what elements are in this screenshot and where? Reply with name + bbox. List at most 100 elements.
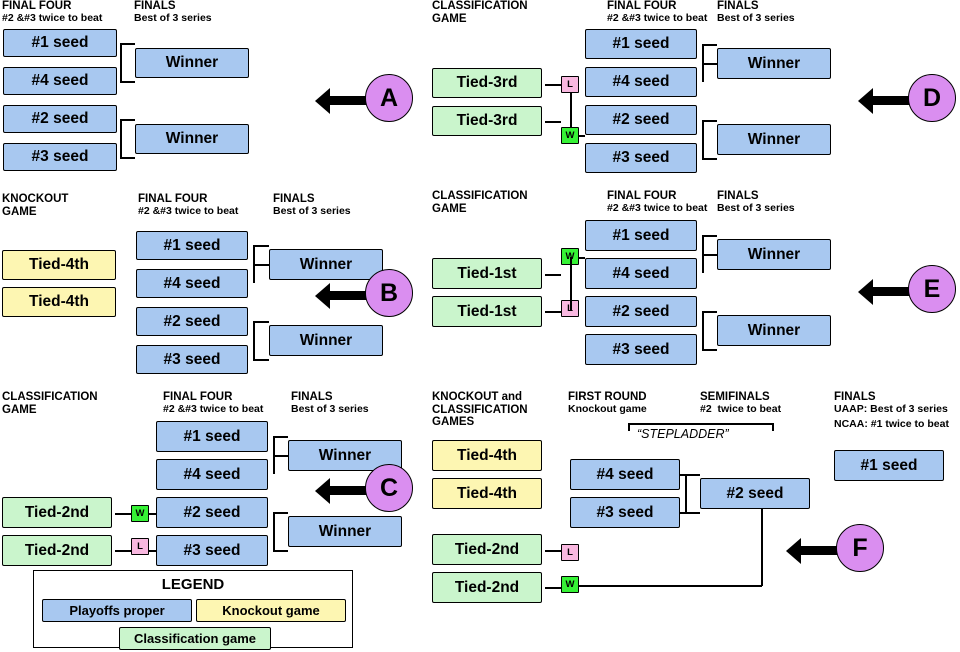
- connector: [115, 513, 131, 515]
- scenario-c-loss-marker: L: [131, 538, 149, 555]
- stepladder-label: “STEPLADDER”: [637, 427, 729, 441]
- scenario-a-seed4: #4 seed: [3, 67, 117, 95]
- scenario-c-classification-header: CLASSIFICATION GAME: [2, 391, 98, 416]
- scenario-e-arrow-icon: [858, 279, 910, 305]
- scenario-f-tied4th-top: Tied-4th: [432, 440, 542, 471]
- connector: [579, 585, 762, 587]
- scenario-a-winner-bottom: Winner: [135, 124, 249, 154]
- connector: [545, 311, 561, 313]
- scenario-f-seed3: #3 seed: [570, 497, 680, 528]
- scenario-c-finals-sub: Best of 3 series: [291, 403, 369, 415]
- scenario-f-win-marker: W: [561, 576, 579, 593]
- scenario-f-seed4: #4 seed: [570, 459, 680, 490]
- connector: [149, 550, 156, 552]
- scenario-b-seed4: #4 seed: [136, 269, 248, 298]
- connector: [579, 135, 585, 137]
- connector: [273, 512, 275, 550]
- connector: [680, 512, 686, 514]
- scenario-a-seed3: #3 seed: [3, 143, 117, 171]
- scenario-a-final-four-sub: #2 &#3 twice to beat: [2, 12, 103, 24]
- connector: [761, 509, 763, 586]
- scenario-a-badge: A: [365, 74, 413, 122]
- legend-knockout-game: Knockout game: [196, 599, 346, 622]
- scenario-e-tied1st-bottom: Tied-1st: [432, 296, 542, 327]
- scenario-b-finals-header: FINALS: [273, 193, 315, 205]
- scenario-f-semifinals-sub: #2 twice to beat: [700, 403, 782, 415]
- scenario-c-arrow-icon: [315, 478, 367, 504]
- connector: [570, 257, 572, 311]
- connector: [545, 274, 561, 276]
- scenario-b-winner-top: Winner: [269, 249, 383, 280]
- legend-classification-game: Classification game: [119, 627, 271, 650]
- connector: [545, 121, 561, 123]
- scenario-b-finals-sub: Best of 3 series: [273, 205, 351, 217]
- scenario-b-final-four-sub: #2 &#3 twice to beat: [138, 205, 239, 217]
- scenario-d-tied3rd-top: Tied-3rd: [432, 68, 542, 98]
- connector: [253, 321, 269, 323]
- connector: [273, 550, 288, 552]
- scenario-e-final-four-header: FINAL FOUR: [607, 190, 677, 202]
- connector: [120, 119, 135, 121]
- scenario-d-seed4: #4 seed: [585, 67, 697, 97]
- scenario-a-arrow-icon: [315, 88, 367, 114]
- scenario-a-seed1: #1 seed: [3, 29, 117, 57]
- scenario-e-tied1st-top: Tied-1st: [432, 258, 542, 289]
- connector: [702, 235, 717, 237]
- scenario-f-loss-marker: L: [561, 544, 579, 561]
- scenario-b-final-four-header: FINAL FOUR: [138, 193, 208, 205]
- connector: [273, 512, 288, 514]
- connector: [702, 158, 717, 160]
- scenario-a-seed2: #2 seed: [3, 105, 117, 133]
- legend-panel: LEGEND Playoffs proper Knockout game Cla…: [33, 570, 353, 650]
- scenario-a-finals-header: FINALS: [134, 0, 176, 12]
- scenario-c-badge: C: [365, 464, 413, 512]
- scenario-b-tied4th-top: Tied-4th: [2, 250, 116, 280]
- scenario-b-badge: B: [365, 269, 413, 317]
- scenario-f-finals-header: FINALS: [834, 391, 876, 403]
- scenario-c-final-four-header: FINAL FOUR: [163, 391, 233, 403]
- scenario-b-seed1: #1 seed: [136, 231, 248, 260]
- scenario-c-seed2: #2 seed: [156, 497, 268, 528]
- scenario-a-winner-top: Winner: [135, 48, 249, 78]
- connector: [680, 474, 686, 476]
- scenario-a-final-four-header: FINAL FOUR: [2, 0, 72, 12]
- connector: [702, 311, 704, 349]
- connector: [570, 93, 572, 127]
- scenario-f-badge: F: [836, 524, 884, 572]
- scenario-e-seed1: #1 seed: [585, 220, 697, 251]
- scenario-f-finals-sub-ncaa: NCAA: #1 twice to beat: [834, 418, 949, 430]
- connector: [702, 254, 717, 256]
- connector: [685, 474, 687, 512]
- scenario-d-seed2: #2 seed: [585, 105, 697, 135]
- scenario-d-classification-header: CLASSIFICATION GAME: [432, 0, 528, 25]
- connector: [702, 120, 704, 158]
- scenario-d-tied3rd-bottom: Tied-3rd: [432, 106, 542, 136]
- scenario-f-seed2: #2 seed: [700, 478, 810, 509]
- scenario-c-seed1: #1 seed: [156, 421, 268, 452]
- legend-playoffs-proper: Playoffs proper: [42, 599, 192, 622]
- connector: [120, 119, 122, 157]
- connector: [253, 264, 269, 266]
- connector: [253, 245, 269, 247]
- scenario-f-arrow-icon: [786, 538, 838, 564]
- connector: [579, 257, 585, 259]
- scenario-d-seed3: #3 seed: [585, 143, 697, 173]
- connector: [253, 321, 255, 359]
- scenario-c-seed3: #3 seed: [156, 535, 268, 566]
- scenario-f-finals-sub-uaap: UAAP: Best of 3 series: [834, 403, 948, 415]
- scenario-c-tied2nd-top: Tied-2nd: [2, 497, 112, 528]
- connector: [702, 120, 717, 122]
- scenario-f-seed1: #1 seed: [834, 450, 944, 481]
- connector: [545, 550, 561, 552]
- scenario-e-seed3: #3 seed: [585, 334, 697, 365]
- scenario-a-finals-sub: Best of 3 series: [134, 12, 212, 24]
- scenario-b-arrow-icon: [315, 283, 367, 309]
- connector: [273, 455, 288, 457]
- connector: [273, 436, 288, 438]
- scenario-c-seed4: #4 seed: [156, 459, 268, 490]
- scenario-d-winner-top: Winner: [717, 48, 831, 79]
- connector: [120, 157, 135, 159]
- scenario-c-finals-header: FINALS: [291, 391, 333, 403]
- scenario-e-winner-top: Winner: [717, 239, 831, 270]
- scenario-e-final-four-sub: #2 &#3 twice to beat: [607, 202, 708, 214]
